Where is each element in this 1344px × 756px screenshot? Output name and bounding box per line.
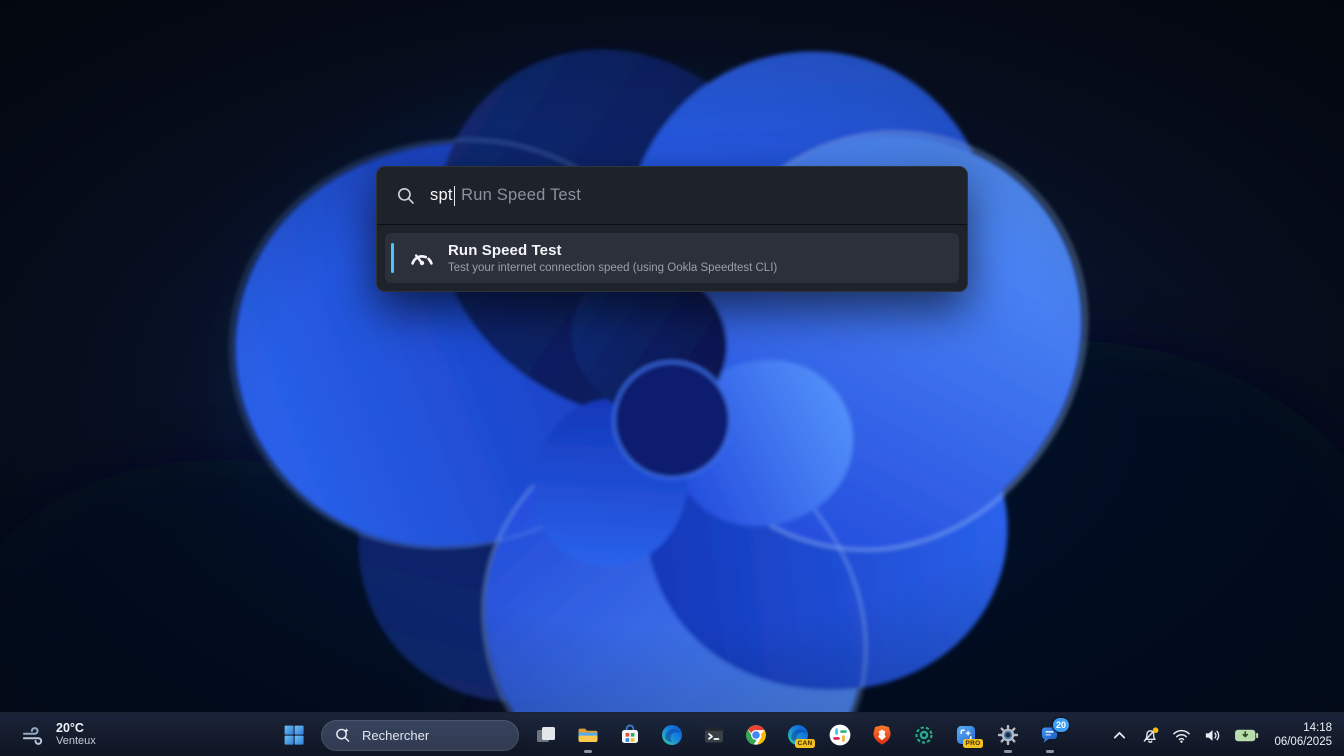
desktop-wallpaper <box>0 0 1344 756</box>
windows-logo-icon <box>282 723 306 747</box>
weather-text: 20°C Venteux <box>56 722 96 749</box>
clock-time: 14:18 <box>1303 721 1332 735</box>
running-indicator <box>1046 750 1054 753</box>
battery-charging-icon <box>1234 728 1259 743</box>
slack-hash-icon <box>828 723 852 747</box>
overlapping-windows-icon <box>534 723 558 747</box>
taskbar: 20°C Venteux <box>0 712 1344 756</box>
taskbar-app-microsoft-edge[interactable] <box>653 716 691 754</box>
running-indicator <box>1004 750 1012 753</box>
weather-condition: Venteux <box>56 735 96 749</box>
taskbar-app-edge-canary[interactable]: CAN <box>779 716 817 754</box>
running-indicator <box>584 750 592 753</box>
launcher-search-input[interactable]: spt Run Speed Test <box>430 186 581 206</box>
folder-icon <box>576 723 600 747</box>
search-icon <box>396 186 416 206</box>
bell-muted-icon <box>1141 726 1160 745</box>
taskbar-app-microsoft-store[interactable] <box>611 716 649 754</box>
desktop: spt Run Speed Test Run Speed Test Test yo… <box>0 0 1344 756</box>
taskbar-center: Rechercher <box>275 713 1069 756</box>
launcher-results-list: Run Speed Test Test your internet connec… <box>377 225 967 291</box>
launcher-panel: spt Run Speed Test Run Speed Test Test yo… <box>376 166 968 292</box>
launcher-search-row[interactable]: spt Run Speed Test <box>377 167 967 225</box>
tray-clock[interactable]: 14:18 06/06/2025 <box>1266 716 1338 754</box>
store-bag-icon <box>618 723 642 747</box>
chrome-icon <box>744 723 768 747</box>
search-query-text: spt <box>430 186 453 205</box>
magnifier-sparkle-icon <box>334 726 352 744</box>
brave-lion-icon <box>870 723 894 747</box>
bloom-wallpaper-art <box>0 0 1344 756</box>
taskbar-app-screenshot-pro[interactable]: PRO <box>947 716 985 754</box>
autocomplete-suggestion: Run Speed Test <box>461 186 581 205</box>
taskbar-search-placeholder: Rechercher <box>362 728 429 743</box>
terminal-prompt-icon <box>702 723 726 747</box>
result-title: Run Speed Test <box>448 242 777 259</box>
system-tray: 14:18 06/06/2025 <box>1105 713 1338 756</box>
taskbar-app-settings[interactable] <box>989 716 1027 754</box>
result-run-speed-test[interactable]: Run Speed Test Test your internet connec… <box>385 233 959 283</box>
result-text: Run Speed Test Test your internet connec… <box>448 242 777 274</box>
taskbar-app-terminal[interactable] <box>695 716 733 754</box>
tray-notifications-muted-button[interactable] <box>1136 718 1165 752</box>
gear-icon <box>996 723 1020 747</box>
chat-notification-badge: 20 <box>1053 718 1069 732</box>
widgets-weather-button[interactable]: 20°C Venteux <box>10 713 106 756</box>
taskbar-app-teal-ring-app[interactable] <box>905 716 943 754</box>
tray-hidden-icons-button[interactable] <box>1105 718 1134 752</box>
chevron-up-icon <box>1110 726 1129 745</box>
tray-volume-button[interactable] <box>1198 718 1227 752</box>
speaker-icon <box>1203 727 1222 744</box>
edge-swirl-icon <box>660 723 684 747</box>
result-subtitle: Test your internet connection speed (usi… <box>448 262 777 274</box>
taskbar-app-google-chrome[interactable] <box>737 716 775 754</box>
taskbar-app-slack[interactable] <box>821 716 859 754</box>
start-button[interactable] <box>275 716 313 754</box>
tray-wifi-button[interactable] <box>1167 718 1196 752</box>
clock-date: 06/06/2025 <box>1274 735 1332 749</box>
tray-battery-button[interactable] <box>1229 718 1264 752</box>
wifi-icon <box>1172 727 1191 744</box>
wind-icon <box>20 722 47 749</box>
taskbar-app-brave[interactable] <box>863 716 901 754</box>
taskbar-app-chat[interactable]: 20 <box>1031 716 1069 754</box>
speedometer-icon <box>408 244 436 272</box>
weather-temperature: 20°C <box>56 722 96 736</box>
teal-dotted-ring-icon <box>912 723 936 747</box>
taskbar-app-file-explorer[interactable] <box>569 716 607 754</box>
text-caret <box>454 186 456 206</box>
screenshot-pro-badge: PRO <box>963 739 983 748</box>
selection-accent-bar <box>391 243 394 273</box>
taskbar-app-task-view[interactable] <box>527 716 565 754</box>
edge-canary-badge: CAN <box>795 739 815 748</box>
taskbar-search-box[interactable]: Rechercher <box>321 720 519 751</box>
